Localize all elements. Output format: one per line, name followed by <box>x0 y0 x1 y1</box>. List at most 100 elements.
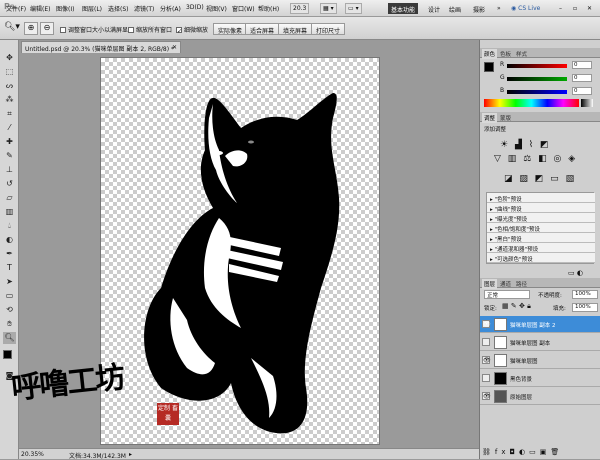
clone-stamp-tool-icon[interactable]: ⊥ <box>3 164 16 176</box>
adjustments-footer-icons[interactable]: ▭ ◐ <box>568 269 583 277</box>
zoom-tool-icon[interactable]: 🔍︎▾ <box>4 22 20 32</box>
blend-mode-select[interactable]: 正常 <box>484 290 530 299</box>
fit-screen-button[interactable]: 适合屏幕 <box>245 23 280 35</box>
preset-selective-color[interactable]: ▸ "可选颜色"预设 <box>487 253 595 263</box>
preset-curves[interactable]: ▸ "曲线"预设 <box>487 203 595 213</box>
workspace-painting[interactable]: 绘画 <box>446 3 464 14</box>
more-workspaces[interactable]: » <box>494 3 504 14</box>
scrubby-zoom-checkbox[interactable]: ✓ 细微缩放 <box>176 25 208 35</box>
red-slider-track[interactable] <box>507 64 567 68</box>
actual-pixels-button[interactable]: 实际像素 <box>213 23 248 35</box>
tab-styles[interactable]: 样式 <box>514 49 529 59</box>
photo-filter-icon[interactable]: ◎ <box>554 154 564 164</box>
arrange-documents-button[interactable]: ▦ ▾ <box>320 3 337 14</box>
gradient-map-icon[interactable]: ▭ <box>550 174 561 184</box>
shape-tool-icon[interactable]: ▭ <box>3 290 16 302</box>
posterize-icon[interactable]: ▨ <box>519 174 530 184</box>
adjustment-icons-row1[interactable]: ☀ ▟ ⌇ ◩ <box>500 140 551 150</box>
pen-tool-icon[interactable]: ✒ <box>3 248 16 260</box>
menu-edit[interactable]: 编辑(E) <box>30 4 50 13</box>
preset-exposure[interactable]: ▸ "曝光度"预设 <box>487 213 595 223</box>
lock-image-icon[interactable]: ✎ <box>511 302 517 310</box>
threshold-icon[interactable]: ◩ <box>535 174 546 184</box>
menu-3d[interactable]: 3D(D) <box>186 4 204 11</box>
lock-transparent-icon[interactable]: ▦ <box>502 302 509 310</box>
crop-tool-icon[interactable]: ⌗ <box>3 108 16 120</box>
menu-file[interactable]: 文件(F) <box>6 4 26 13</box>
close-button[interactable]: ✕ <box>584 3 595 14</box>
zoom-all-checkbox[interactable]: 缩放所有窗口 <box>128 25 172 34</box>
green-slider[interactable]: G0 <box>500 74 598 83</box>
visibility-eye-icon[interactable]: 👁︎ <box>482 356 491 364</box>
workspace-essentials[interactable]: 基本功能 <box>388 3 419 14</box>
blue-slider-track[interactable] <box>507 90 567 94</box>
eraser-tool-icon[interactable]: ▱ <box>3 192 16 204</box>
print-size-button[interactable]: 打印尺寸 <box>311 23 346 35</box>
blue-value-input[interactable]: 0 <box>572 87 592 95</box>
fill-input[interactable]: 100% <box>572 303 598 312</box>
selective-color-icon[interactable]: ▧ <box>566 174 577 184</box>
tab-adjustments[interactable]: 调整 <box>482 113 498 123</box>
levels-icon[interactable]: ▟ <box>515 140 524 150</box>
layer-row-black-bg[interactable]: 黑色背景 <box>480 370 600 387</box>
new-layer-icon[interactable]: ▣ <box>540 448 551 456</box>
3d-rotate-tool-icon[interactable]: ⟲ <box>3 304 16 316</box>
type-tool-icon[interactable]: T <box>3 262 16 274</box>
layer-row-copy-2[interactable]: 👁︎ 猫咪单层图 副本 2 <box>480 316 600 333</box>
tab-swatches[interactable]: 色板 <box>498 49 513 59</box>
quick-select-tool-icon[interactable]: ⁂ <box>3 94 16 106</box>
canvas[interactable]: 呼噜工坊 定制 畜囊 <box>10 57 380 445</box>
black-white-icon[interactable]: ◧ <box>538 154 549 164</box>
history-brush-tool-icon[interactable]: ↺ <box>3 178 16 190</box>
vibrance-icon[interactable]: ▽ <box>494 154 503 164</box>
menu-analysis[interactable]: 分析(A) <box>160 4 181 13</box>
menu-image[interactable]: 图像(I) <box>56 4 74 13</box>
cs-live-button[interactable]: ◉ CS Live <box>508 3 543 14</box>
menu-help[interactable]: 帮助(H) <box>258 4 279 13</box>
invert-icon[interactable]: ◪ <box>504 174 515 184</box>
zoom-status[interactable]: 20.35% <box>21 451 44 458</box>
tab-color[interactable]: 颜色 <box>482 49 498 59</box>
status-menu-arrow-icon[interactable]: ▸ <box>129 451 132 458</box>
grayscale-ramp[interactable] <box>581 99 593 107</box>
opacity-input[interactable]: 100% <box>572 290 598 299</box>
brush-tool-icon[interactable]: ✎ <box>3 150 16 162</box>
zoom-out-icon[interactable]: ⊖ <box>40 22 54 35</box>
dodge-tool-icon[interactable]: ◐ <box>3 234 16 246</box>
layer-row-copy[interactable]: 猫咪单层图 副本 <box>480 334 600 351</box>
maximize-button[interactable]: ▫ <box>570 3 580 14</box>
gradient-tool-icon[interactable]: ▥ <box>3 206 16 218</box>
blue-slider[interactable]: B0 <box>500 87 598 96</box>
visibility-eye-icon[interactable] <box>482 338 490 346</box>
brightness-icon[interactable]: ☀ <box>500 140 510 150</box>
red-value-input[interactable]: 0 <box>572 61 592 69</box>
lock-position-icon[interactable]: ✥ <box>519 302 525 310</box>
channel-mixer-icon[interactable]: ◈ <box>568 154 577 164</box>
workspace-photography[interactable]: 摄影 <box>470 3 488 14</box>
preset-levels[interactable]: ▸ "色阶"预设 <box>487 193 595 203</box>
color-spectrum-bar[interactable] <box>484 99 579 107</box>
visibility-eye-icon[interactable]: 👁︎ <box>482 392 491 400</box>
tab-masks[interactable]: 蒙版 <box>498 113 513 123</box>
path-select-tool-icon[interactable]: ➤ <box>3 276 16 288</box>
move-tool-icon[interactable]: ✥ <box>3 52 16 64</box>
layer-row-cat[interactable]: 👁︎ 猫咪单层图 <box>480 352 600 369</box>
lock-all-icon[interactable]: 🔒︎ <box>527 302 531 310</box>
exposure-icon[interactable]: ◩ <box>540 140 551 150</box>
zoom-level-dropdown[interactable]: 20.3 <box>290 3 310 14</box>
healing-brush-tool-icon[interactable]: ✚ <box>3 136 16 148</box>
workspace-design[interactable]: 设计 <box>425 3 443 14</box>
zoom-in-icon[interactable]: ⊕ <box>24 22 38 35</box>
hand-tool-icon[interactable]: ✋︎ <box>3 318 16 330</box>
layer-row-original[interactable]: 👁︎ 原始图层 <box>480 388 600 405</box>
preset-hue-saturation[interactable]: ▸ "色相/饱和度"预设 <box>487 223 595 233</box>
adjustment-icons-row2[interactable]: ▽ ▥ ⚖ ◧ ◎ ◈ <box>494 154 577 164</box>
tab-channels[interactable]: 通道 <box>498 279 513 289</box>
green-value-input[interactable]: 0 <box>572 74 592 82</box>
preset-channel-mixer[interactable]: ▸ "通道混和器"预设 <box>487 243 595 253</box>
lock-icons[interactable]: ▦ ✎ ✥ 🔒︎ <box>502 302 531 311</box>
tab-paths[interactable]: 路径 <box>514 279 529 289</box>
visibility-eye-icon[interactable]: 👁︎ <box>482 320 491 328</box>
blur-tool-icon[interactable]: 💧︎ <box>3 220 16 232</box>
fill-screen-button[interactable]: 填充屏幕 <box>278 23 313 35</box>
